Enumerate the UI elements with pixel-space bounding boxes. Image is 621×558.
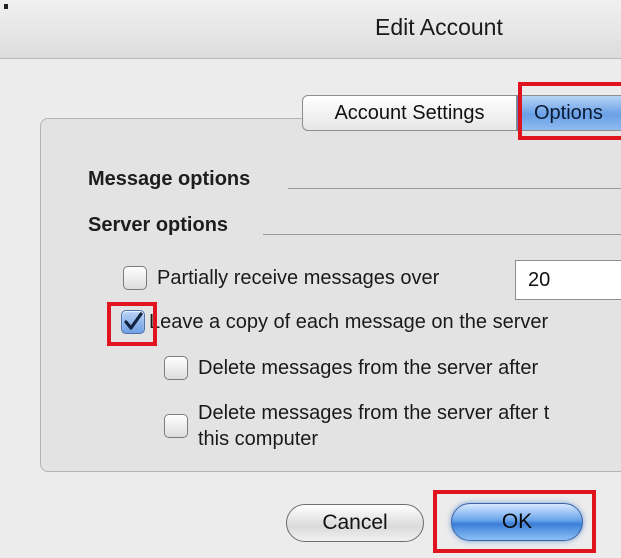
delete-after-computer-label-line2: this computer xyxy=(198,428,319,450)
partial-receive-row: Partially receive messages over xyxy=(123,266,439,290)
checkmark-icon xyxy=(124,312,143,330)
partial-receive-label: Partially receive messages over xyxy=(157,266,440,289)
delete-after-computer-label: Delete messages from the server after t … xyxy=(198,400,549,452)
tab-bar: Account Settings Options xyxy=(302,95,621,131)
server-options-divider xyxy=(263,234,621,235)
window-title: Edit Account xyxy=(375,14,503,40)
partial-receive-size-input[interactable] xyxy=(515,260,621,300)
delete-after-computer-row: Delete messages from the server after t … xyxy=(164,400,549,452)
ok-button[interactable]: OK xyxy=(451,503,583,541)
delete-after-row: Delete messages from the server after xyxy=(164,356,538,380)
title-bar: Edit Account xyxy=(0,0,621,59)
delete-after-checkbox[interactable] xyxy=(164,356,188,380)
leave-copy-label: Leave a copy of each message on the serv… xyxy=(149,310,549,333)
delete-after-computer-label-line1: Delete messages from the server after t xyxy=(198,402,550,424)
message-options-divider xyxy=(288,188,621,189)
leave-copy-checkbox[interactable] xyxy=(121,310,145,334)
partial-receive-checkbox[interactable] xyxy=(123,266,147,290)
message-options-heading: Message options xyxy=(88,168,251,190)
delete-after-computer-checkbox[interactable] xyxy=(164,414,188,438)
server-options-heading: Server options xyxy=(88,214,229,236)
leave-copy-row: Leave a copy of each message on the serv… xyxy=(121,310,548,334)
window-corner-mark xyxy=(4,4,8,9)
delete-after-label: Delete messages from the server after xyxy=(198,356,539,379)
cancel-button[interactable]: Cancel xyxy=(286,504,424,542)
tab-account-settings[interactable]: Account Settings xyxy=(302,95,517,131)
tab-options[interactable]: Options xyxy=(517,95,621,131)
